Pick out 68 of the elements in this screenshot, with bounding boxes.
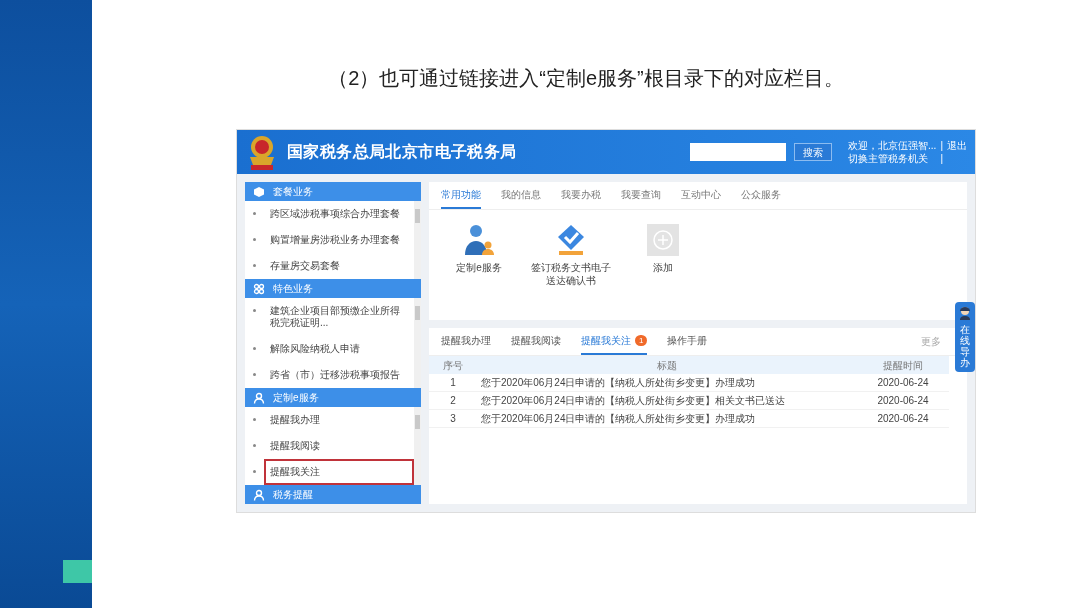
table-cell-text: 1 — [449, 376, 457, 390]
accent-block — [63, 560, 92, 583]
shortcut-button[interactable]: 定制e服务 — [437, 222, 521, 287]
separator-text: | — [940, 139, 943, 152]
cube-icon — [253, 185, 265, 198]
panel-tab[interactable]: 我的信息 — [501, 182, 541, 209]
logout-link[interactable]: 退出 — [947, 139, 967, 152]
reminder-tab[interactable]: 操作手册 — [667, 328, 708, 355]
sidebar-item[interactable]: 购置增量房涉税业务办理套餐 — [264, 227, 414, 253]
bullet-icon — [253, 418, 256, 421]
sidebar-item[interactable]: 解除风险纳税人申请 — [264, 336, 414, 362]
shortcut-button[interactable]: 添加 — [621, 222, 705, 287]
add-icon — [645, 222, 681, 258]
sidebar-item[interactable]: 存量房交易套餐 — [264, 253, 414, 279]
column-header: 序号 — [442, 358, 464, 373]
shortcut-button[interactable]: 签订税务文书电子送达确认书 — [529, 222, 613, 287]
panel-tab[interactable]: 常用功能 — [441, 182, 481, 209]
column-header: 提醒时间 — [882, 358, 924, 373]
search-button[interactable]: 搜索 — [794, 143, 833, 161]
count-badge: 1 — [635, 335, 648, 346]
separator-text: | — [940, 152, 943, 165]
panel-tab[interactable]: 互动中心 — [681, 182, 721, 209]
bullet-icon — [253, 309, 256, 312]
panel-tab[interactable]: 我要查询 — [621, 182, 661, 209]
table-cell[interactable]: 您于2020年06月24日申请的【纳税人所处街乡变更】相关文书已送达 — [477, 393, 857, 408]
sidebar-item[interactable]: 提醒我阅读 — [264, 433, 414, 459]
figure-icon — [958, 306, 972, 320]
table-cell[interactable]: 您于2020年06月24日申请的【纳税人所处街乡变更】办理成功 — [477, 375, 857, 390]
bullet-icon — [253, 347, 256, 350]
table-cell-text: 2020-06-24 — [876, 394, 930, 408]
sidebar-item[interactable]: 建筑企业项目部预缴企业所得税完税证明... — [264, 298, 414, 336]
table-cell-text: 2 — [449, 394, 457, 408]
column-header: 标题 — [656, 358, 678, 373]
search-field[interactable] — [690, 143, 787, 161]
sidebar-item[interactable]: 跨省（市）迁移涉税事项报告 — [264, 362, 414, 388]
table-cell-text: 2020-06-24 — [876, 376, 930, 390]
sidebar-item[interactable]: 跨区域涉税事项综合办理套餐 — [264, 201, 414, 227]
reminder-tab[interactable]: 提醒我办理 — [441, 328, 491, 355]
scrollbar[interactable] — [414, 298, 421, 388]
site-title: 国家税务总局北京市电子税务局 — [287, 142, 517, 162]
section-title: 定制e服务 — [273, 391, 319, 405]
bullet-icon — [253, 238, 256, 241]
section-title: 税务提醒 — [273, 488, 313, 502]
guide-label: 在线导办 — [960, 324, 970, 368]
bullet-icon — [253, 470, 256, 473]
bullet-icon — [253, 373, 256, 376]
table-cell-text: 3 — [449, 412, 457, 426]
slide-heading: （2）也可通过链接进入“定制e服务”根目录下的对应栏目。 — [328, 66, 844, 91]
table-cell-text: 2020-06-24 — [876, 412, 930, 426]
bullet-icon — [253, 444, 256, 447]
switch-office-link[interactable]: 切换主管税务机关 — [848, 152, 937, 165]
section-title: 套餐业务 — [273, 185, 313, 199]
user-icon — [253, 391, 265, 404]
bullet-icon — [253, 264, 256, 267]
panel-tab[interactable]: 公众服务 — [741, 182, 781, 209]
grid-icon — [253, 282, 265, 295]
bullet-icon — [253, 212, 256, 215]
online-guide-tab[interactable]: 在线导办 — [955, 302, 975, 372]
section-title: 特色业务 — [273, 282, 313, 296]
scrollbar[interactable] — [414, 407, 421, 485]
sidebar-item[interactable]: 提醒我办理 — [264, 407, 414, 433]
reminder-tab[interactable]: 提醒我阅读 — [511, 328, 561, 355]
user-icon — [253, 488, 265, 501]
sidebar-item[interactable]: 提醒我关注 — [264, 459, 414, 485]
scrollbar[interactable] — [414, 201, 421, 279]
panel-tab[interactable]: 我要办税 — [561, 182, 601, 209]
table-cell[interactable]: 您于2020年06月24日申请的【纳税人所处街乡变更】办理成功 — [477, 411, 857, 426]
welcome-text: 欢迎，北京伍强智... — [848, 139, 937, 152]
